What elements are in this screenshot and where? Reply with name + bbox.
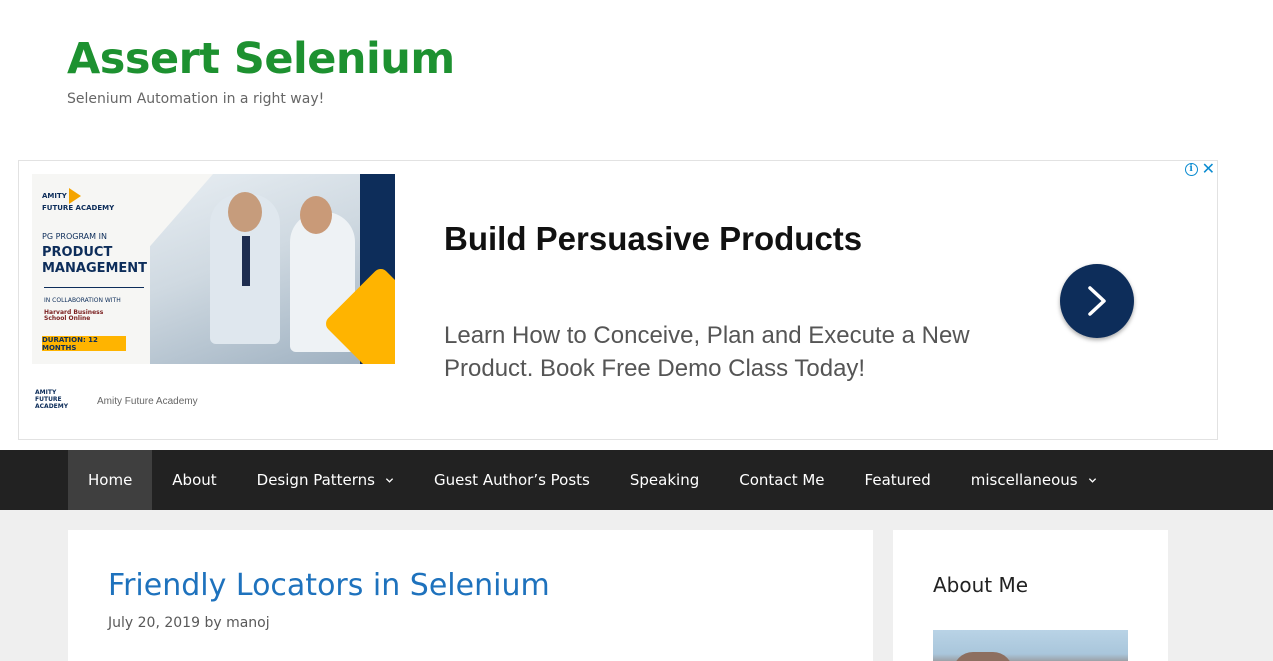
ad-divider [44,287,144,288]
amity-logo: AMITY FUTURE ACADEMY [42,188,114,212]
nav-item-label: Contact Me [739,471,825,489]
nav-item-guest-authors-posts[interactable]: Guest Author’s Posts [414,450,610,510]
ad-image-photo [150,174,360,364]
ad-headline[interactable]: Build Persuasive Products [444,220,862,258]
content-area: Friendly Locators in Selenium July 20, 2… [0,510,1273,661]
nav-item-label: Guest Author’s Posts [434,471,590,489]
site-header: Assert Selenium Selenium Automation in a… [0,0,1273,160]
nav-item-home[interactable]: Home [68,450,153,510]
site-title[interactable]: Assert Selenium [67,34,455,84]
nav-item-featured[interactable]: Featured [845,450,951,510]
post-author[interactable]: manoj [226,615,270,631]
triangle-icon [69,188,82,204]
ad-brand-name[interactable]: Amity Future Academy [97,396,198,407]
amity-logo-line1: AMITY [42,192,67,200]
ad-description[interactable]: Learn How to Conceive, Plan and Execute … [444,319,1004,385]
nav-item-miscellaneous[interactable]: miscellaneous [951,450,1117,510]
ad-duration-badge: DURATION: 12 MONTHS [42,336,126,352]
nav-item-label: Design Patterns [256,471,375,489]
nav-item-label: miscellaneous [970,471,1078,489]
ad-photo-person-head [228,192,262,232]
advertisement[interactable]: i ✕ AMITY FUTURE ACADEMY PG PROGRAM IN P… [18,160,1218,440]
chevron-right-icon [1088,286,1106,316]
info-icon[interactable]: i [1184,162,1198,176]
post-title-link[interactable]: Friendly Locators in Selenium [108,568,550,603]
main-navigation: Home About Design Patterns Guest Author’… [0,450,1273,510]
nav-item-label: Featured [864,471,931,489]
close-icon[interactable]: ✕ [1202,161,1215,177]
about-me-image-subject [953,652,1013,661]
chevron-down-icon [1088,477,1096,483]
amity-logo-line2: FUTURE ACADEMY [42,204,115,212]
hbs-line2: School Online [44,315,91,322]
ad-product-line2: MANAGEMENT [42,261,148,276]
ad-controls: i ✕ [1184,161,1215,177]
ad-product-line1: PRODUCT [42,245,113,260]
ad-arrow-button[interactable] [1060,264,1134,338]
nav-item-label: About [172,471,217,489]
sidebar: About Me [893,530,1168,661]
site-tagline: Selenium Automation in a right way! [67,91,325,107]
ad-image[interactable]: AMITY FUTURE ACADEMY PG PROGRAM IN PRODU… [32,174,395,364]
post-date[interactable]: July 20, 2019 [108,615,200,631]
nav-item-label: Speaking [629,471,700,489]
ad-program-line: PG PROGRAM IN [42,232,107,241]
nav-item-label: Home [88,471,133,489]
ad-brandline: AMITY FUTURE ACADEMY Amity Future Academ… [35,389,198,413]
nav-menu: Home About Design Patterns Guest Author’… [68,450,1117,510]
nav-item-design-patterns[interactable]: Design Patterns [237,450,414,510]
amity-brand-logo: AMITY FUTURE ACADEMY [35,389,79,413]
ad-photo-person-tie [242,236,250,286]
post-meta: July 20, 2019 by manoj [108,615,270,631]
nav-item-contact-me[interactable]: Contact Me [719,450,844,510]
chevron-down-icon [385,477,394,483]
amity-brand-line1: AMITY [35,389,57,396]
hbs-logo: Harvard Business School Online [44,310,103,322]
post-card: Friendly Locators in Selenium July 20, 2… [68,530,873,661]
nav-item-about[interactable]: About [152,450,236,510]
post-by: by [204,615,222,631]
nav-item-speaking[interactable]: Speaking [610,450,719,510]
widget-title: About Me [933,573,1029,597]
amity-brand-line2: FUTURE ACADEMY [35,396,69,410]
about-me-image [933,630,1128,661]
ad-collab-line: IN COLLABORATION WITH [44,297,121,304]
ad-product-title: PRODUCT MANAGEMENT [42,245,147,277]
ad-photo-person-head [300,196,332,234]
